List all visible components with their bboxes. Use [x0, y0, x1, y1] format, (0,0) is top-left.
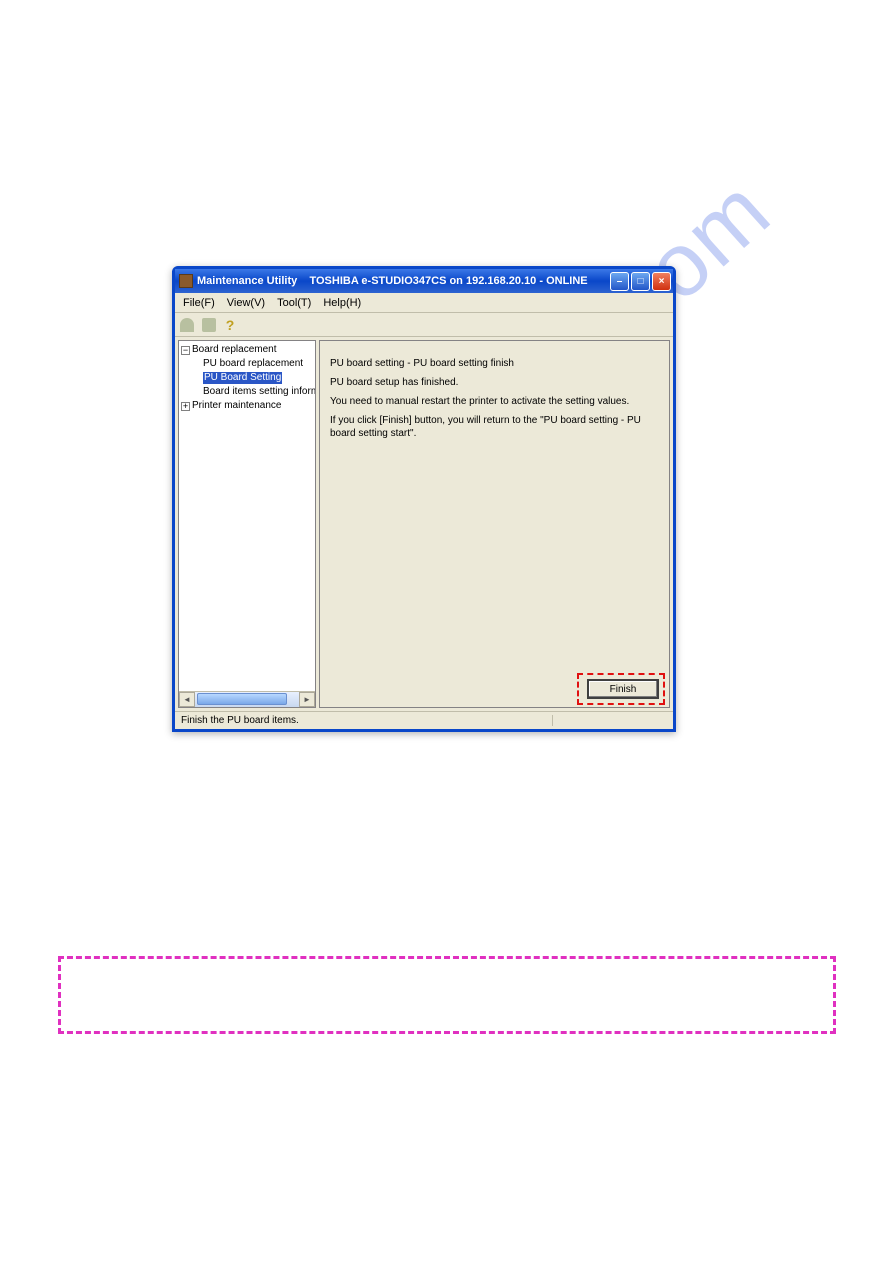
content-line2: You need to manual restart the printer t… — [330, 395, 659, 408]
tree-node-pu-board-setting[interactable]: PU Board Setting — [181, 371, 313, 385]
tree-node-printer-maintenance[interactable]: + Printer maintenance — [181, 399, 313, 413]
tree-horizontal-scrollbar[interactable]: ◄ ► — [179, 691, 315, 707]
content-heading: PU board setting - PU board setting fini… — [330, 357, 659, 370]
titlebar[interactable]: Maintenance Utility TOSHIBA e-STUDIO347C… — [175, 269, 673, 293]
minimize-button[interactable]: – — [610, 272, 629, 291]
tree-label-selected: PU Board Setting — [203, 372, 282, 384]
person-icon[interactable] — [179, 317, 195, 333]
app-window: Maintenance Utility TOSHIBA e-STUDIO347C… — [172, 266, 676, 732]
tree-label: Board replacement — [192, 344, 277, 356]
finish-button[interactable]: Finish — [587, 679, 659, 699]
scroll-left-button[interactable]: ◄ — [179, 692, 195, 707]
annotation-dashed-box — [58, 956, 836, 1034]
content-pane: PU board setting - PU board setting fini… — [319, 340, 670, 708]
content-line1: PU board setup has finished. — [330, 376, 659, 389]
window-controls: – □ × — [610, 272, 671, 291]
tree-collapse-icon[interactable]: − — [181, 346, 190, 355]
scroll-track[interactable] — [195, 692, 299, 707]
tree-body: − Board replacement PU board replacement… — [179, 341, 315, 691]
content-line3: If you click [Finish] button, you will r… — [330, 414, 659, 440]
client-area: − Board replacement PU board replacement… — [175, 337, 673, 711]
statusbar-text: Finish the PU board items. — [179, 715, 553, 726]
statusbar: Finish the PU board items. — [175, 711, 673, 729]
menu-file[interactable]: File(F) — [177, 295, 221, 311]
tree-label: PU board replacement — [203, 358, 303, 370]
tree-expand-icon[interactable]: + — [181, 402, 190, 411]
tree-node-board-replacement[interactable]: − Board replacement — [181, 343, 313, 357]
gear-icon[interactable] — [201, 317, 217, 333]
maximize-button[interactable]: □ — [631, 272, 650, 291]
menu-help[interactable]: Help(H) — [317, 295, 367, 311]
app-name: Maintenance Utility — [197, 275, 297, 287]
scroll-thumb[interactable] — [197, 693, 287, 705]
tree-label: Printer maintenance — [192, 400, 282, 412]
window-title: Maintenance Utility TOSHIBA e-STUDIO347C… — [197, 275, 610, 287]
toolbar: ? — [175, 313, 673, 337]
menu-tool[interactable]: Tool(T) — [271, 295, 317, 311]
tree-node-board-items-setting[interactable]: Board items setting informa — [181, 385, 313, 399]
scroll-right-button[interactable]: ► — [299, 692, 315, 707]
window-title-suffix: TOSHIBA e-STUDIO347CS on 192.168.20.10 -… — [309, 275, 587, 287]
help-icon[interactable]: ? — [223, 318, 237, 332]
app-icon — [179, 274, 193, 288]
tree-pane: − Board replacement PU board replacement… — [178, 340, 316, 708]
close-button[interactable]: × — [652, 272, 671, 291]
menu-view[interactable]: View(V) — [221, 295, 271, 311]
menubar: File(F) View(V) Tool(T) Help(H) — [175, 293, 673, 313]
tree-node-pu-board-replacement[interactable]: PU board replacement — [181, 357, 313, 371]
tree-label: Board items setting informa — [203, 386, 316, 398]
